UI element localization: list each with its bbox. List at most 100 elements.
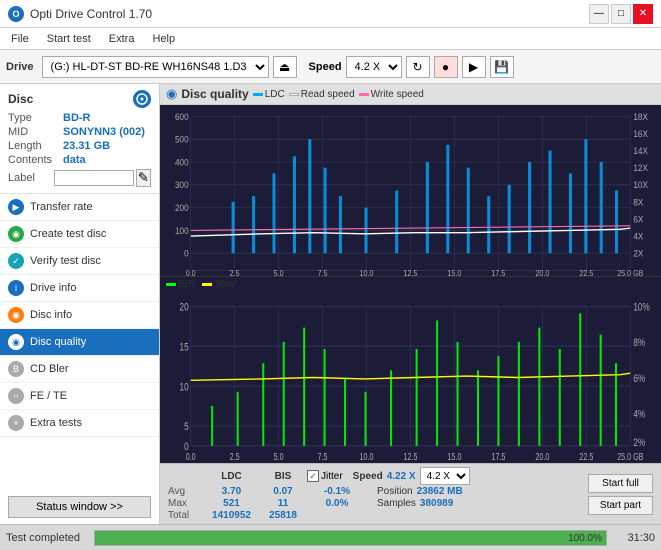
main-content: Disc Type BD-R MID SONYNN3 (002) Length … (0, 84, 661, 524)
menu-start-test[interactable]: Start test (44, 32, 94, 46)
close-button[interactable]: ✕ (633, 4, 653, 24)
label-button[interactable]: ✎ (136, 169, 151, 187)
svg-text:22.5: 22.5 (579, 269, 593, 276)
svg-text:10: 10 (180, 381, 189, 394)
chart-title: Disc quality (181, 87, 248, 101)
svg-text:10.0: 10.0 (360, 451, 374, 462)
jitter-col-header: Jitter (321, 471, 343, 482)
contents-label: Contents (8, 154, 63, 166)
disc-quality-icon: ◉ (8, 334, 24, 350)
progress-text: 100.0% (568, 531, 602, 547)
legend-ldc-label: LDC (265, 89, 285, 100)
top-chart-svg: 600 500 400 300 200 100 0 18X 16X 14X 12… (160, 105, 661, 276)
svg-text:12X: 12X (633, 163, 648, 174)
create-test-disc-icon: ◉ (8, 226, 24, 242)
charts-container: 600 500 400 300 200 100 0 18X 16X 14X 12… (160, 105, 661, 463)
avg-jitter: -0.1% (307, 486, 367, 497)
nav-drive-info[interactable]: i Drive info (0, 275, 159, 302)
nav-disc-info[interactable]: ◉ Disc info (0, 302, 159, 329)
title-bar: O Opti Drive Control 1.70 — □ ✕ (0, 0, 661, 28)
transfer-rate-label: Transfer rate (30, 201, 93, 213)
max-row: Max 521 11 0.0% Samples 380989 (168, 498, 470, 509)
menu-help[interactable]: Help (149, 32, 178, 46)
svg-text:5.0: 5.0 (274, 269, 284, 276)
svg-text:7.5: 7.5 (318, 269, 328, 276)
total-bis: 25818 (263, 510, 303, 521)
svg-text:25.0 GB: 25.0 GB (617, 451, 643, 462)
svg-text:100: 100 (175, 225, 189, 236)
jitter-check-icon: ✓ (307, 470, 319, 482)
start-part-button[interactable]: Start part (588, 496, 653, 515)
svg-text:10%: 10% (633, 301, 650, 314)
svg-text:2.5: 2.5 (230, 269, 240, 276)
nav-fe-te[interactable]: ~ FE / TE (0, 383, 159, 410)
disc-info-label: Disc info (30, 309, 72, 321)
legend-write-speed: Write speed (359, 89, 424, 100)
chart-header: ◉ Disc quality LDC Read speed Write spee… (160, 84, 661, 105)
svg-text:12.5: 12.5 (404, 269, 418, 276)
legend-jitter-label: Jitter (214, 279, 236, 290)
svg-text:2%: 2% (633, 437, 645, 450)
minimize-button[interactable]: — (589, 4, 609, 24)
svg-text:0: 0 (184, 248, 189, 259)
svg-text:8X: 8X (633, 197, 643, 208)
nav-extra-tests[interactable]: + Extra tests (0, 410, 159, 437)
eject-button[interactable]: ⏏ (273, 56, 297, 78)
disc-icon (133, 90, 151, 108)
start-full-button[interactable]: Start full (588, 474, 653, 493)
maximize-button[interactable]: □ (611, 4, 631, 24)
svg-text:20.0: 20.0 (535, 451, 549, 462)
app-icon: O (8, 6, 24, 22)
progress-bar-container: 100.0% (94, 530, 607, 546)
svg-text:200: 200 (175, 203, 189, 214)
save-button[interactable]: 💾 (490, 56, 514, 78)
speed-select-stats[interactable]: 4.2 X (420, 467, 470, 485)
svg-text:0.0: 0.0 (186, 451, 196, 462)
legend-read-speed-label: Read speed (301, 89, 355, 100)
nav-transfer-rate[interactable]: ▶ Transfer rate (0, 194, 159, 221)
menu-file[interactable]: File (8, 32, 32, 46)
drive-info-icon: i (8, 280, 24, 296)
svg-text:5: 5 (184, 421, 189, 434)
speed-stat-label: Speed (353, 471, 383, 482)
menu-extra[interactable]: Extra (106, 32, 138, 46)
avg-row: Avg 3.70 0.07 -0.1% Position 23862 MB (168, 486, 470, 497)
drive-select[interactable]: (G:) HL-DT-ST BD-RE WH16NS48 1.D3 (42, 56, 269, 78)
nav-create-test-disc[interactable]: ◉ Create test disc (0, 221, 159, 248)
status-window-button[interactable]: Status window >> (8, 496, 151, 518)
progress-bar-fill (95, 531, 606, 545)
svg-text:14X: 14X (633, 146, 648, 157)
speed-select[interactable]: 4.2 X (346, 56, 402, 78)
legend-bis: BIS (166, 279, 194, 290)
time-text: 31:30 (615, 532, 655, 544)
nav-cd-bler[interactable]: B CD Bler (0, 356, 159, 383)
record-button[interactable]: ● (434, 56, 458, 78)
nav-items: ▶ Transfer rate ◉ Create test disc ✓ Ver… (0, 194, 159, 437)
svg-text:10.0: 10.0 (360, 269, 374, 276)
nav-verify-test-disc[interactable]: ✓ Verify test disc (0, 248, 159, 275)
refresh-button[interactable]: ↻ (406, 56, 430, 78)
toolbar: Drive (G:) HL-DT-ST BD-RE WH16NS48 1.D3 … (0, 50, 661, 84)
svg-text:4%: 4% (633, 408, 645, 421)
legend-ldc: LDC (253, 89, 285, 100)
drive-info-label: Drive info (30, 282, 76, 294)
svg-text:25.0 GB: 25.0 GB (617, 269, 643, 276)
mid-value: SONYNN3 (002) (63, 126, 145, 138)
extra-tests-label: Extra tests (30, 417, 82, 429)
svg-text:5.0: 5.0 (274, 451, 284, 462)
cd-bler-icon: B (8, 361, 24, 377)
fe-te-label: FE / TE (30, 390, 67, 402)
action-buttons: Start full Start part (588, 474, 653, 515)
svg-text:4X: 4X (633, 231, 643, 242)
jitter-checkbox[interactable]: ✓ Jitter (307, 470, 343, 482)
svg-text:20: 20 (180, 301, 189, 314)
play-button[interactable]: ▶ (462, 56, 486, 78)
ldc-col-header: LDC (204, 471, 259, 482)
label-input[interactable] (54, 170, 134, 186)
nav-disc-quality[interactable]: ◉ Disc quality (0, 329, 159, 356)
total-label: Total (168, 510, 200, 521)
svg-text:500: 500 (175, 134, 189, 145)
position-label: Position (377, 486, 413, 497)
bottom-chart-svg: 20 15 10 5 0 10% 8% 6% 4% 2% 0.0 2.5 5.0… (160, 292, 661, 463)
max-ldc: 521 (204, 498, 259, 509)
